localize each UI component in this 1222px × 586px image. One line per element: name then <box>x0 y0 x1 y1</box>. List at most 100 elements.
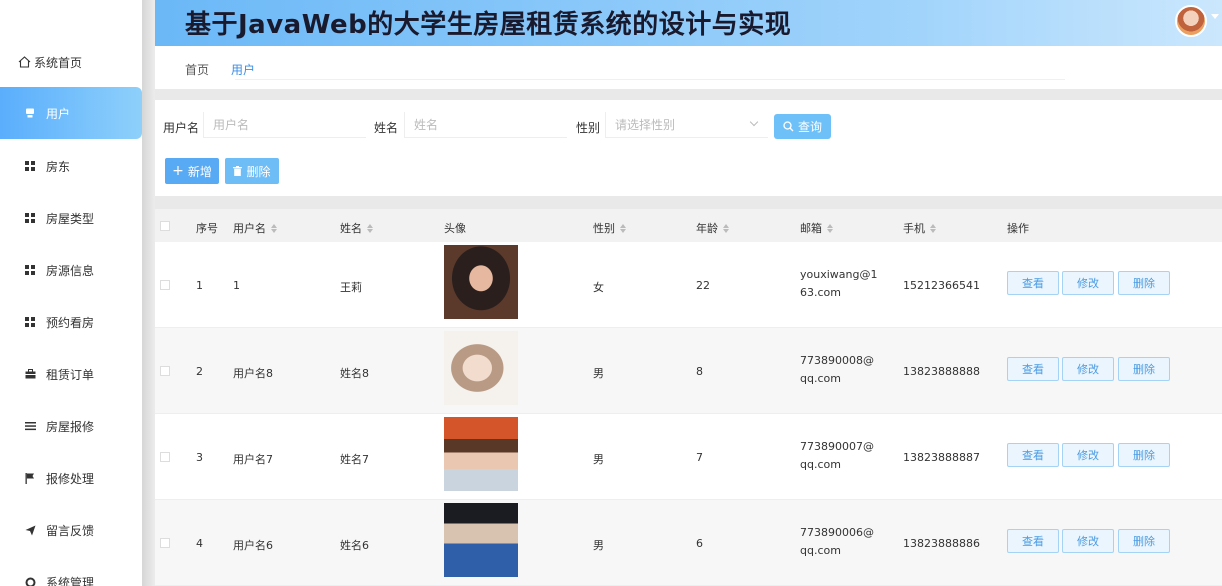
add-button-label: 新增 <box>187 164 212 179</box>
sort-icon <box>367 223 373 233</box>
row-checkbox[interactable] <box>160 280 170 290</box>
cell-name: 姓名7 <box>340 453 369 466</box>
cell-gender: 女 <box>593 281 604 294</box>
grid-icon <box>24 160 36 172</box>
search-panel: 用户名 姓名 性别 查询 + 新增 删除 <box>155 100 1222 196</box>
breadcrumb-home[interactable]: 首页 <box>185 61 209 78</box>
flag-icon <box>24 472 36 484</box>
col-header-email[interactable]: 邮箱 <box>800 220 833 236</box>
cell-age: 8 <box>696 365 703 378</box>
delete-button-label: 删除 <box>246 164 271 179</box>
sidebar-item-label: 房屋报修 <box>46 419 95 434</box>
col-header-age[interactable]: 年龄 <box>696 220 729 236</box>
row-delete-button[interactable]: 删除 <box>1118 529 1170 553</box>
search-icon <box>783 121 794 132</box>
avatar[interactable] <box>444 331 518 405</box>
edit-button[interactable]: 修改 <box>1062 443 1114 467</box>
grid-icon <box>24 264 36 276</box>
cell-username: 1 <box>233 279 240 292</box>
row-delete-button[interactable]: 删除 <box>1118 443 1170 467</box>
name-label: 姓名 <box>374 121 399 135</box>
cell-name: 王莉 <box>340 281 362 294</box>
col-header-name[interactable]: 姓名 <box>340 220 373 236</box>
cell-name: 姓名6 <box>340 539 369 552</box>
trash-icon <box>233 166 243 176</box>
sidebar-item-label: 房屋类型 <box>46 211 95 226</box>
view-button[interactable]: 查看 <box>1007 443 1059 467</box>
sidebar-item-label: 房源信息 <box>46 263 95 278</box>
add-button[interactable]: + 新增 <box>165 158 219 184</box>
breadcrumb-divider <box>235 79 1065 80</box>
view-button[interactable]: 查看 <box>1007 357 1059 381</box>
sidebar-item-repair-handle[interactable]: 报修处理 <box>0 452 142 504</box>
cell-phone: 13823888888 <box>903 365 980 378</box>
name-input[interactable] <box>404 112 567 138</box>
sidebar-item-label: 系统首页 <box>34 55 83 70</box>
sidebar-item-feedback[interactable]: 留言反馈 <box>0 504 142 556</box>
list-icon <box>24 420 36 432</box>
table-header: 序号 用户名 姓名 头像 性别 年龄 邮箱 手机 操作 <box>155 209 1222 242</box>
avatar[interactable] <box>444 503 518 577</box>
sidebar-item-orders[interactable]: 租赁订单 <box>0 348 142 400</box>
app-title: 基于JavaWeb的大学生房屋租赁系统的设计与实现 <box>185 10 792 40</box>
sidebar-item-landlord[interactable]: 房东 <box>0 140 142 192</box>
sidebar-item-listings[interactable]: 房源信息 <box>0 244 142 296</box>
col-header-username[interactable]: 用户名 <box>233 220 277 236</box>
user-table: 序号 用户名 姓名 头像 性别 年龄 邮箱 手机 操作 1 1 王莉 女 22 … <box>155 209 1222 586</box>
cell-email: 773890008@qq.com <box>800 354 874 385</box>
sidebar-item-users[interactable]: 用户 <box>0 87 142 139</box>
col-header-gender[interactable]: 性别 <box>593 220 626 236</box>
sort-icon <box>271 223 277 233</box>
row-checkbox[interactable] <box>160 366 170 376</box>
sidebar-item-house-type[interactable]: 房屋类型 <box>0 192 142 244</box>
col-header-photo: 头像 <box>444 222 466 235</box>
cell-email: 773890006@qq.com <box>800 526 874 557</box>
cell-phone: 13823888887 <box>903 451 980 464</box>
grid-icon <box>24 212 36 224</box>
cell-age: 22 <box>696 279 710 292</box>
sort-icon <box>620 223 626 233</box>
delete-button[interactable]: 删除 <box>225 158 279 184</box>
username-input[interactable] <box>203 112 366 138</box>
cell-age: 7 <box>696 451 703 464</box>
row-checkbox[interactable] <box>160 538 170 548</box>
edit-button[interactable]: 修改 <box>1062 357 1114 381</box>
sidebar-item-label: 租赁订单 <box>46 367 95 382</box>
row-checkbox[interactable] <box>160 452 170 462</box>
sidebar-item-label: 房东 <box>46 159 71 174</box>
cell-username: 用户名8 <box>233 367 273 380</box>
chevron-down-icon[interactable] <box>1211 14 1219 19</box>
grid-icon <box>24 316 36 328</box>
cell-gender: 男 <box>593 539 604 552</box>
sidebar-item-system[interactable]: 系统管理 <box>0 556 142 586</box>
gender-select[interactable] <box>605 112 768 138</box>
sidebar-item-label: 用户 <box>46 106 71 121</box>
col-header-phone[interactable]: 手机 <box>903 220 936 236</box>
col-header-actions: 操作 <box>1007 222 1029 235</box>
cell-phone: 15212366541 <box>903 279 980 292</box>
plus-icon: + <box>172 163 184 179</box>
avatar[interactable] <box>444 245 518 319</box>
edit-button[interactable]: 修改 <box>1062 271 1114 295</box>
user-avatar[interactable] <box>1175 5 1207 37</box>
cell-index: 1 <box>196 279 203 292</box>
view-button[interactable]: 查看 <box>1007 529 1059 553</box>
cell-index: 3 <box>196 451 203 464</box>
select-all-checkbox[interactable] <box>160 221 170 231</box>
query-button[interactable]: 查询 <box>774 114 831 139</box>
cell-index: 4 <box>196 537 203 550</box>
sidebar-item-home[interactable]: 系统首页 <box>0 36 142 88</box>
row-delete-button[interactable]: 删除 <box>1118 271 1170 295</box>
cell-username: 用户名7 <box>233 453 273 466</box>
cell-email: youxiwang@163.com <box>800 268 878 299</box>
edit-button[interactable]: 修改 <box>1062 529 1114 553</box>
avatar[interactable] <box>444 417 518 491</box>
table-row: 1 1 王莉 女 22 youxiwang@163.com 1521236654… <box>155 242 1222 328</box>
sort-icon <box>930 223 936 233</box>
sidebar-item-repair[interactable]: 房屋报修 <box>0 400 142 452</box>
sidebar-item-label: 系统管理 <box>46 575 95 586</box>
gender-label: 性别 <box>576 121 601 135</box>
sidebar-item-viewing[interactable]: 预约看房 <box>0 296 142 348</box>
view-button[interactable]: 查看 <box>1007 271 1059 295</box>
row-delete-button[interactable]: 删除 <box>1118 357 1170 381</box>
